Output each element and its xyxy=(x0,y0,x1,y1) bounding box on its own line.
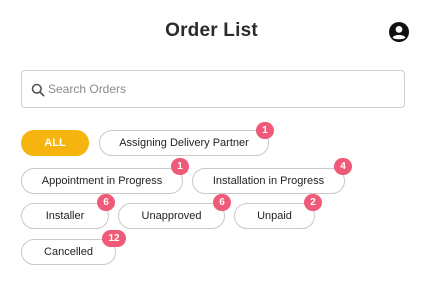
search-input[interactable] xyxy=(48,71,388,107)
count-badge: 6 xyxy=(97,194,115,211)
filter-chip-label: Cancelled xyxy=(44,246,93,258)
filter-chip-unapproved[interactable]: Unapproved xyxy=(118,203,225,229)
filter-chip-label: ALL xyxy=(44,137,66,149)
count-badge: 6 xyxy=(213,194,231,211)
filter-chip-cancelled[interactable]: Cancelled xyxy=(21,239,116,265)
filter-chip-all[interactable]: ALL xyxy=(21,130,89,156)
filter-chip-label: Assigning Delivery Partner xyxy=(119,137,249,149)
account-circle-icon[interactable] xyxy=(389,22,409,42)
page-title: Order List xyxy=(165,20,258,41)
count-badge: 2 xyxy=(304,194,322,211)
count-badge: 4 xyxy=(334,158,352,175)
filter-chip-label: Installer xyxy=(45,210,85,222)
filter-chip-label: Unpaid xyxy=(257,210,292,222)
search-bar xyxy=(21,70,405,108)
filter-chip-label: Installation in Progress xyxy=(212,175,325,187)
filter-chip-label: Unapproved xyxy=(141,210,202,222)
count-badge: 12 xyxy=(102,230,126,247)
filter-chip-installer[interactable]: Installer xyxy=(21,203,109,229)
filter-chip-label: Appointment in Progress xyxy=(41,175,163,187)
search-icon xyxy=(31,83,45,97)
filter-chip-unpaid[interactable]: Unpaid xyxy=(234,203,315,229)
count-badge: 1 xyxy=(256,122,274,139)
filter-chip-appointment-in-progress[interactable]: Appointment in Progress xyxy=(21,168,183,194)
filter-chip-installation-in-progress[interactable]: Installation in Progress xyxy=(192,168,345,194)
filter-chip-assigning-delivery-partner[interactable]: Assigning Delivery Partner xyxy=(99,130,269,156)
count-badge: 1 xyxy=(171,158,189,175)
